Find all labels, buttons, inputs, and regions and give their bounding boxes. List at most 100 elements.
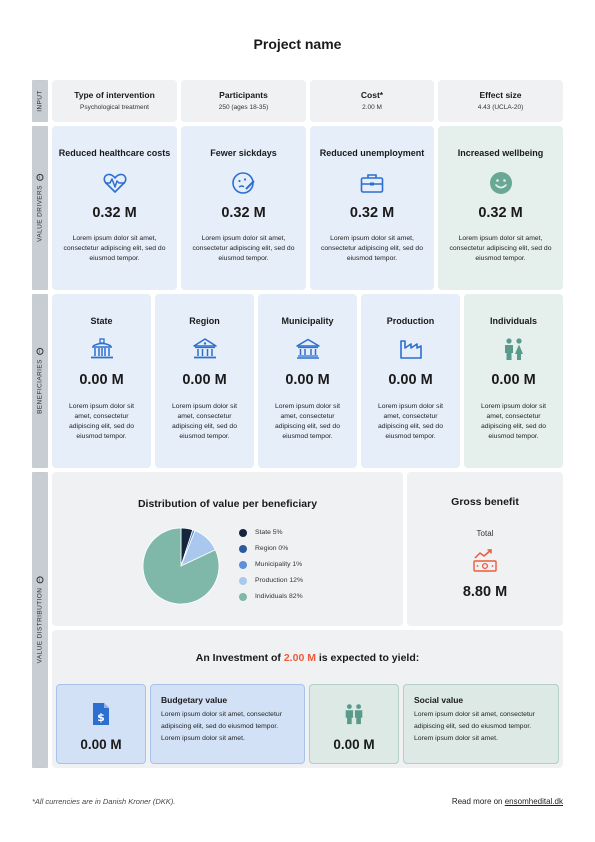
input-label: Cost*	[360, 90, 384, 100]
sick-face-icon	[231, 172, 255, 194]
input-label: Participants	[219, 90, 268, 100]
side-label-text: INPUT	[36, 90, 44, 112]
people-icon	[504, 338, 523, 360]
beneficiary-title: Individuals	[489, 316, 537, 326]
budgetary-value: 0.00 M	[80, 737, 122, 752]
beneficiary-description: Lorem ipsum dolor sit amet, consectetur …	[481, 403, 546, 440]
beneficiary-title: Production	[386, 316, 435, 326]
beneficiary-description: Lorem ipsum dolor sit amet, consectetur …	[275, 403, 340, 440]
value-driver-card: Increased wellbeing 0.32 M Lorem ipsum d…	[438, 126, 563, 290]
beneficiary-title: State	[90, 316, 113, 326]
legend-swatch	[239, 593, 247, 601]
beneficiary-description: Lorem ipsum dolor sit amet, consectetur …	[69, 403, 134, 440]
budgetary-description-card: Budgetary value Lorem ipsum dolor sit am…	[150, 684, 305, 764]
legend-item-region: Region 0%	[239, 544, 303, 560]
heart-pulse-icon	[102, 173, 127, 193]
input-label: Effect size	[479, 90, 522, 100]
smiley-icon	[489, 172, 512, 194]
beneficiary-description: Lorem ipsum dolor sit amet, consectetur …	[378, 403, 443, 440]
dollar-document-icon: $	[93, 703, 109, 725]
side-label-value-distribution: VALUE DISTRIBUTION i	[32, 472, 48, 768]
people-icon	[345, 704, 363, 725]
value-driver-value: 0.32 M	[478, 205, 523, 221]
info-icon[interactable]: i	[36, 348, 44, 356]
bank-icon	[295, 338, 320, 359]
side-label-beneficiaries: BENEFICIARIES i	[32, 294, 48, 468]
input-value: 4.43 (UCLA-20)	[477, 104, 524, 111]
side-label-text: VALUE DISTRIBUTION	[36, 587, 44, 664]
budgetary-value-card: $ 0.00 M	[56, 684, 146, 764]
budgetary-title: Budgetary value	[161, 695, 228, 705]
value-driver-card: Fewer sickdays 0.32 M Lorem ipsum dolor …	[181, 126, 306, 290]
gross-benefit-panel: Gross benefit Total 8.80 M	[407, 472, 563, 626]
value-driver-description: Lorem ipsum dolor sit amet, consectetur …	[449, 235, 552, 262]
page-title: Project name	[253, 36, 342, 52]
social-description: Lorem ipsum dolor sit amet, consectetur …	[414, 711, 535, 742]
budgetary-description: Lorem ipsum dolor sit amet, consectetur …	[161, 711, 282, 742]
legend-swatch	[239, 529, 247, 537]
value-driver-title: Reduced unemployment	[319, 148, 425, 158]
beneficiary-value: 0.00 M	[491, 372, 536, 388]
info-icon[interactable]: i	[36, 174, 44, 182]
value-driver-card: Reduced healthcare costs 0.32 M Lorem ip…	[52, 126, 177, 290]
beneficiary-title: Municipality	[281, 316, 334, 326]
info-icon[interactable]: i	[36, 576, 44, 584]
social-value-card: 0.00 M	[309, 684, 399, 764]
beneficiary-value: 0.00 M	[285, 372, 330, 388]
social-description-card: Social value Lorem ipsum dolor sit amet,…	[403, 684, 559, 764]
legend-swatch	[239, 577, 247, 585]
factory-icon	[399, 340, 422, 359]
building-icon	[192, 338, 217, 359]
input-value: 2.00 M	[362, 104, 382, 111]
side-label-text: BENEFICIARIES	[36, 359, 44, 414]
value-driver-description: Lorem ipsum dolor sit amet, consectetur …	[320, 235, 423, 262]
legend-label: State 5%	[255, 529, 283, 536]
side-label-text: VALUE DRIVERS	[36, 185, 44, 242]
value-driver-value: 0.32 M	[221, 205, 266, 221]
read-more: Read more on ensomhedital.dk	[451, 797, 563, 806]
input-value: Psychological treatment	[79, 104, 149, 111]
distribution-panel: Distribution of value per beneficiary St…	[52, 472, 403, 626]
input-card-participants: Participants 250 (ages 18-35)	[181, 80, 306, 122]
value-driver-value: 0.32 M	[92, 205, 137, 221]
money-growth-icon	[473, 549, 497, 572]
briefcase-icon	[360, 174, 384, 193]
investment-amount: 2.00 M	[283, 652, 316, 664]
legend-item-production: Production 12%	[239, 576, 303, 592]
side-label-input: INPUT	[32, 80, 48, 122]
legend-swatch	[239, 545, 247, 553]
value-driver-title: Fewer sickdays	[210, 148, 277, 158]
chart-legend: State 5% Region 0% Municipality 1% Producti…	[239, 528, 303, 608]
input-card-effect-size: Effect size 4.43 (UCLA-20)	[438, 80, 563, 122]
currency-footnote: *All currencies are in Danish Kroner (DK…	[32, 797, 176, 806]
beneficiary-value: 0.00 M	[79, 372, 124, 388]
beneficiary-card: Region 0.00 M Lorem ipsum dolor sit amet…	[155, 294, 254, 468]
value-driver-card: Reduced unemployment 0.32 M Lorem ipsum …	[310, 126, 434, 290]
input-card-cost: Cost* 2.00 M	[310, 80, 434, 122]
value-driver-description: Lorem ipsum dolor sit amet, consectetur …	[63, 235, 166, 262]
value-driver-description: Lorem ipsum dolor sit amet, consectetur …	[192, 235, 295, 262]
beneficiary-card: Municipality 0.00 M Lorem ipsum dolor si…	[258, 294, 357, 468]
social-title: Social value	[414, 695, 464, 705]
gross-benefit-title: Gross benefit	[451, 496, 519, 508]
input-card-intervention: Type of intervention Psychological treat…	[52, 80, 177, 122]
legend-label: Production 12%	[255, 577, 303, 584]
legend-label: Region 0%	[255, 545, 289, 552]
value-driver-value: 0.32 M	[349, 205, 395, 221]
input-label: Type of intervention	[74, 90, 155, 100]
beneficiary-value: 0.00 M	[388, 372, 433, 388]
beneficiary-description: Lorem ipsum dolor sit amet, consectetur …	[172, 403, 237, 440]
beneficiary-value: 0.00 M	[182, 372, 227, 388]
gross-benefit-subtitle: Total	[476, 529, 494, 538]
social-value: 0.00 M	[333, 737, 375, 752]
side-label-value-drivers: VALUE DRIVERS i	[32, 126, 48, 290]
input-value: 250 (ages 18-35)	[218, 104, 269, 111]
value-driver-title: Reduced healthcare costs	[58, 148, 171, 158]
legend-item-individuals: Individuals 82%	[239, 592, 303, 608]
value-driver-title: Increased wellbeing	[457, 148, 544, 158]
chart-title: Distribution of value per beneficiary	[137, 498, 318, 510]
beneficiary-card: Production 0.00 M Lorem ipsum dolor sit …	[361, 294, 460, 468]
beneficiary-title: Region	[189, 316, 220, 326]
website-link[interactable]: ensomhedital.dk	[505, 797, 563, 806]
beneficiary-card: Individuals 0.00 M Lorem ipsum dolor sit…	[464, 294, 563, 468]
